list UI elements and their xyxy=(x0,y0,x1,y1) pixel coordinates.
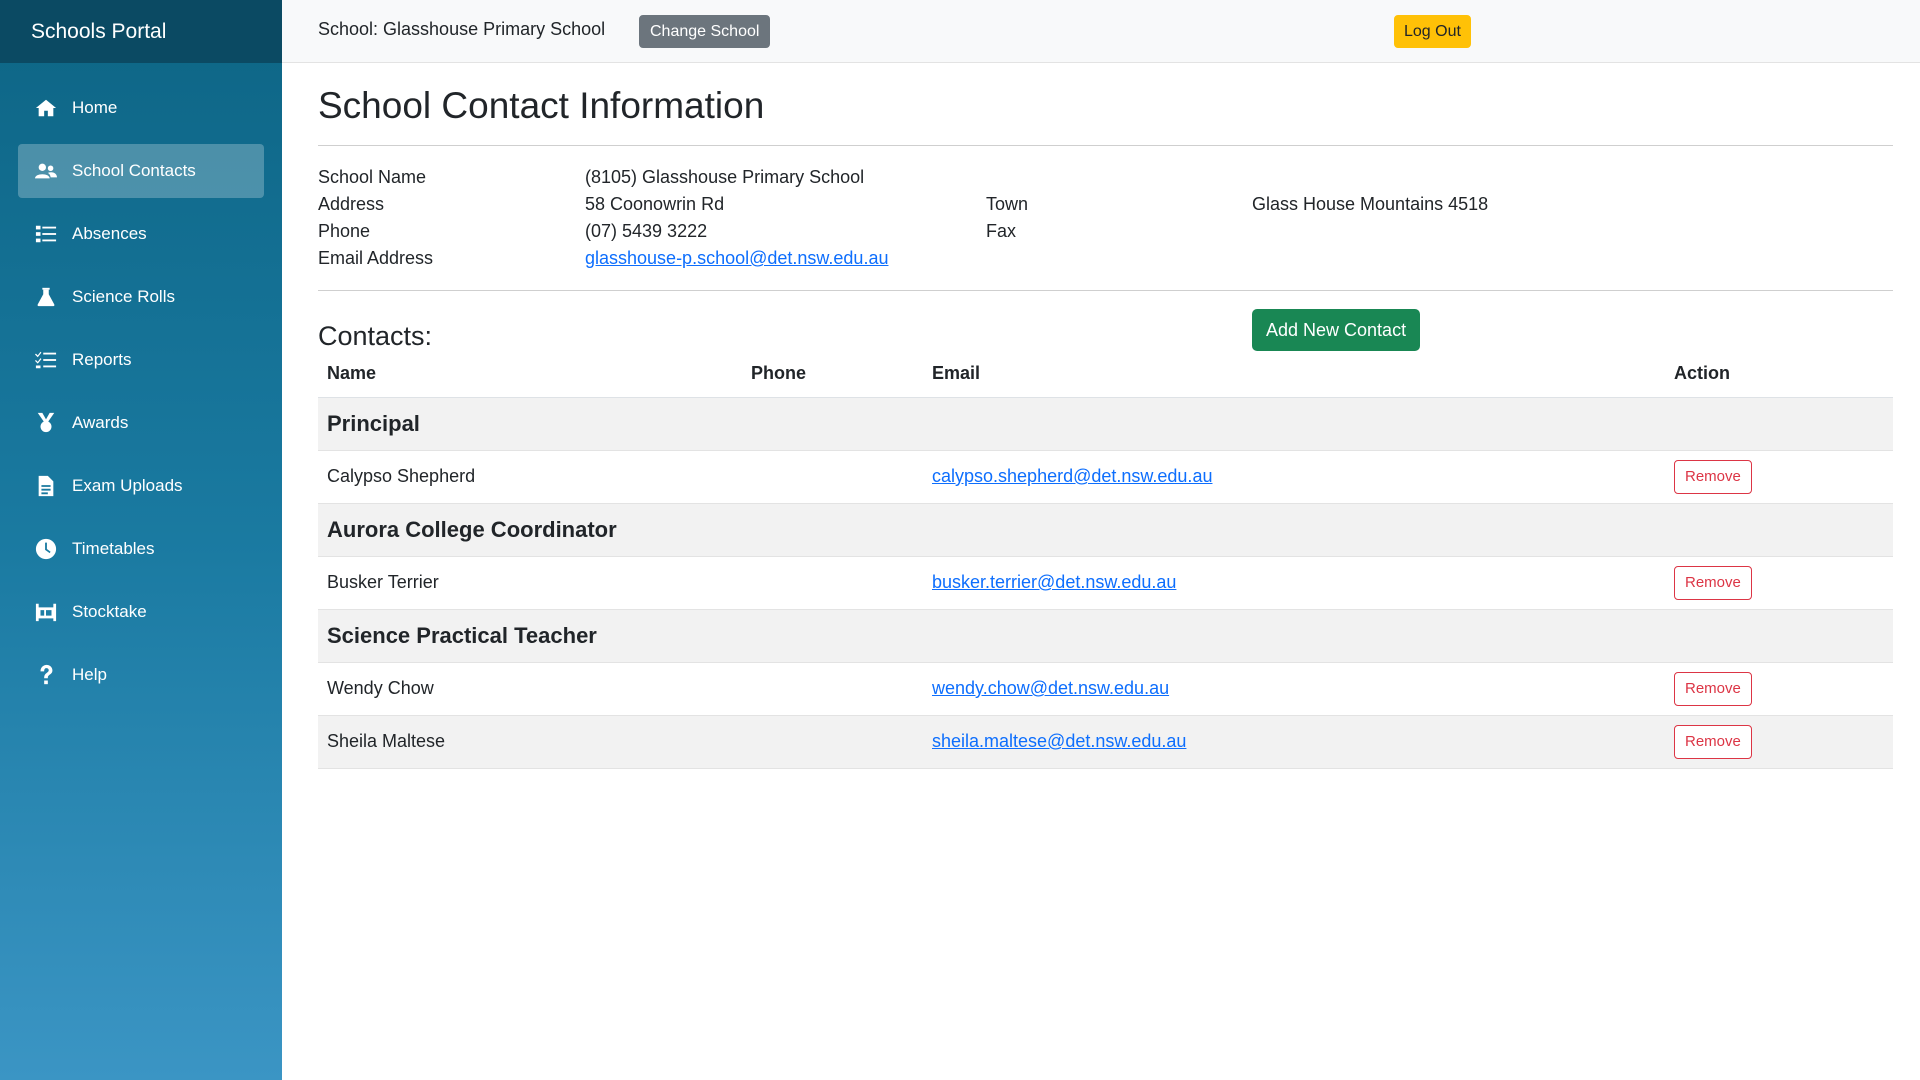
contact-name: Calypso Shepherd xyxy=(318,450,742,504)
sidebar-item-help[interactable]: Help xyxy=(18,648,264,702)
main-content: School Contact Information School Name (… xyxy=(318,63,1893,769)
contact-email-link[interactable]: busker.terrier@det.nsw.edu.au xyxy=(932,572,1176,592)
address-label: Address xyxy=(318,194,385,214)
sidebar-item-label: Absences xyxy=(72,224,147,243)
group-title: Aurora College Coordinator xyxy=(318,503,1893,557)
contact-name: Sheila Maltese xyxy=(318,715,742,769)
town-value: Glass House Mountains 4518 xyxy=(1252,194,1489,214)
warehouse-icon xyxy=(34,600,58,624)
sidebar-item-label: Science Rolls xyxy=(72,287,175,306)
column-header-action: Action xyxy=(1665,351,1893,398)
current-school-label: School: Glasshouse Primary School xyxy=(318,19,606,39)
sidebar-item-absences[interactable]: Absences xyxy=(18,207,264,261)
contact-phone xyxy=(742,556,923,610)
contact-name: Wendy Chow xyxy=(318,662,742,716)
column-header-phone: Phone xyxy=(742,351,923,398)
sidebar-item-label: Timetables xyxy=(72,539,155,558)
contacts-header: Contacts: Add New Contact xyxy=(318,291,1893,351)
table-row: Calypso Shepherd calypso.shepherd@det.ns… xyxy=(318,450,1893,504)
column-header-name: Name xyxy=(318,351,742,398)
contact-name: Busker Terrier xyxy=(318,556,742,610)
town-label: Town xyxy=(986,194,1029,214)
logout-button[interactable]: Log Out xyxy=(1394,15,1471,48)
school-info: School Name (8105) Glasshouse Primary Sc… xyxy=(318,146,1893,290)
contacts-title: Contacts: xyxy=(318,321,433,351)
remove-button[interactable]: Remove xyxy=(1674,459,1752,494)
school-name-value: (8105) Glasshouse Primary School xyxy=(585,167,865,187)
table-header-row: Name Phone Email Action xyxy=(318,351,1893,398)
remove-button[interactable]: Remove xyxy=(1674,671,1752,706)
contacts-table: Name Phone Email Action Principal Calyps… xyxy=(318,351,1893,769)
page-title: School Contact Information xyxy=(318,85,765,126)
address-value: 58 Coonowrin Rd xyxy=(585,194,725,214)
sidebar-item-exam-uploads[interactable]: Exam Uploads xyxy=(18,459,264,513)
sidebar-item-label: Home xyxy=(72,98,118,117)
sidebar-item-label: Exam Uploads xyxy=(72,476,183,495)
table-row: Sheila Maltese sheila.maltese@det.nsw.ed… xyxy=(318,715,1893,769)
users-icon xyxy=(34,159,58,183)
school-email-link[interactable]: glasshouse-p.school@det.nsw.edu.au xyxy=(585,248,888,268)
topbar: School: Glasshouse Primary School Change… xyxy=(282,0,1920,63)
column-header-email: Email xyxy=(923,351,1665,398)
question-icon xyxy=(34,663,58,687)
sidebar-item-label: Help xyxy=(72,665,107,684)
clock-icon xyxy=(34,537,58,561)
phone-value: (07) 5439 3222 xyxy=(585,221,708,241)
home-icon xyxy=(34,96,58,120)
contact-email-link[interactable]: calypso.shepherd@det.nsw.edu.au xyxy=(932,466,1212,486)
change-school-button[interactable]: Change School xyxy=(639,15,771,48)
email-label: Email Address xyxy=(318,248,434,268)
contact-phone xyxy=(742,715,923,769)
contact-phone xyxy=(742,662,923,716)
school-name-label: School Name xyxy=(318,167,427,187)
contact-email-link[interactable]: wendy.chow@det.nsw.edu.au xyxy=(932,678,1169,698)
checklist-icon xyxy=(34,348,58,372)
sidebar-item-stocktake[interactable]: Stocktake xyxy=(18,585,264,639)
add-contact-button[interactable]: Add New Contact xyxy=(1252,309,1421,351)
sidebar-item-label: Stocktake xyxy=(72,602,147,621)
sidebar: Schools Portal Home School Contacts Abse… xyxy=(0,0,282,1080)
brand-title[interactable]: Schools Portal xyxy=(0,0,282,63)
phone-label: Phone xyxy=(318,221,371,241)
sidebar-item-label: School Contacts xyxy=(72,161,196,180)
sidebar-item-science-rolls[interactable]: Science Rolls xyxy=(18,270,264,324)
sidebar-item-school-contacts[interactable]: School Contacts xyxy=(18,144,264,198)
table-row: Wendy Chow wendy.chow@det.nsw.edu.au Rem… xyxy=(318,662,1893,716)
medal-icon xyxy=(34,411,58,435)
sidebar-nav: Home School Contacts Absences Science Ro… xyxy=(0,81,282,702)
table-row: Busker Terrier busker.terrier@det.nsw.ed… xyxy=(318,556,1893,610)
group-row: Science Practical Teacher xyxy=(318,609,1893,663)
list-icon xyxy=(34,222,58,246)
sidebar-item-home[interactable]: Home xyxy=(18,81,264,135)
sidebar-item-timetables[interactable]: Timetables xyxy=(18,522,264,576)
group-title: Principal xyxy=(318,397,1893,451)
contact-phone xyxy=(742,450,923,504)
sidebar-item-reports[interactable]: Reports xyxy=(18,333,264,387)
group-row: Principal xyxy=(318,397,1893,451)
sidebar-item-label: Awards xyxy=(72,413,129,432)
file-icon xyxy=(34,474,58,498)
flask-icon xyxy=(34,285,58,309)
group-title: Science Practical Teacher xyxy=(318,609,1893,663)
sidebar-item-awards[interactable]: Awards xyxy=(18,396,264,450)
group-row: Aurora College Coordinator xyxy=(318,503,1893,557)
contact-email-link[interactable]: sheila.maltese@det.nsw.edu.au xyxy=(932,731,1186,751)
remove-button[interactable]: Remove xyxy=(1674,565,1752,600)
fax-label: Fax xyxy=(986,221,1017,241)
remove-button[interactable]: Remove xyxy=(1674,724,1752,759)
sidebar-item-label: Reports xyxy=(72,350,132,369)
